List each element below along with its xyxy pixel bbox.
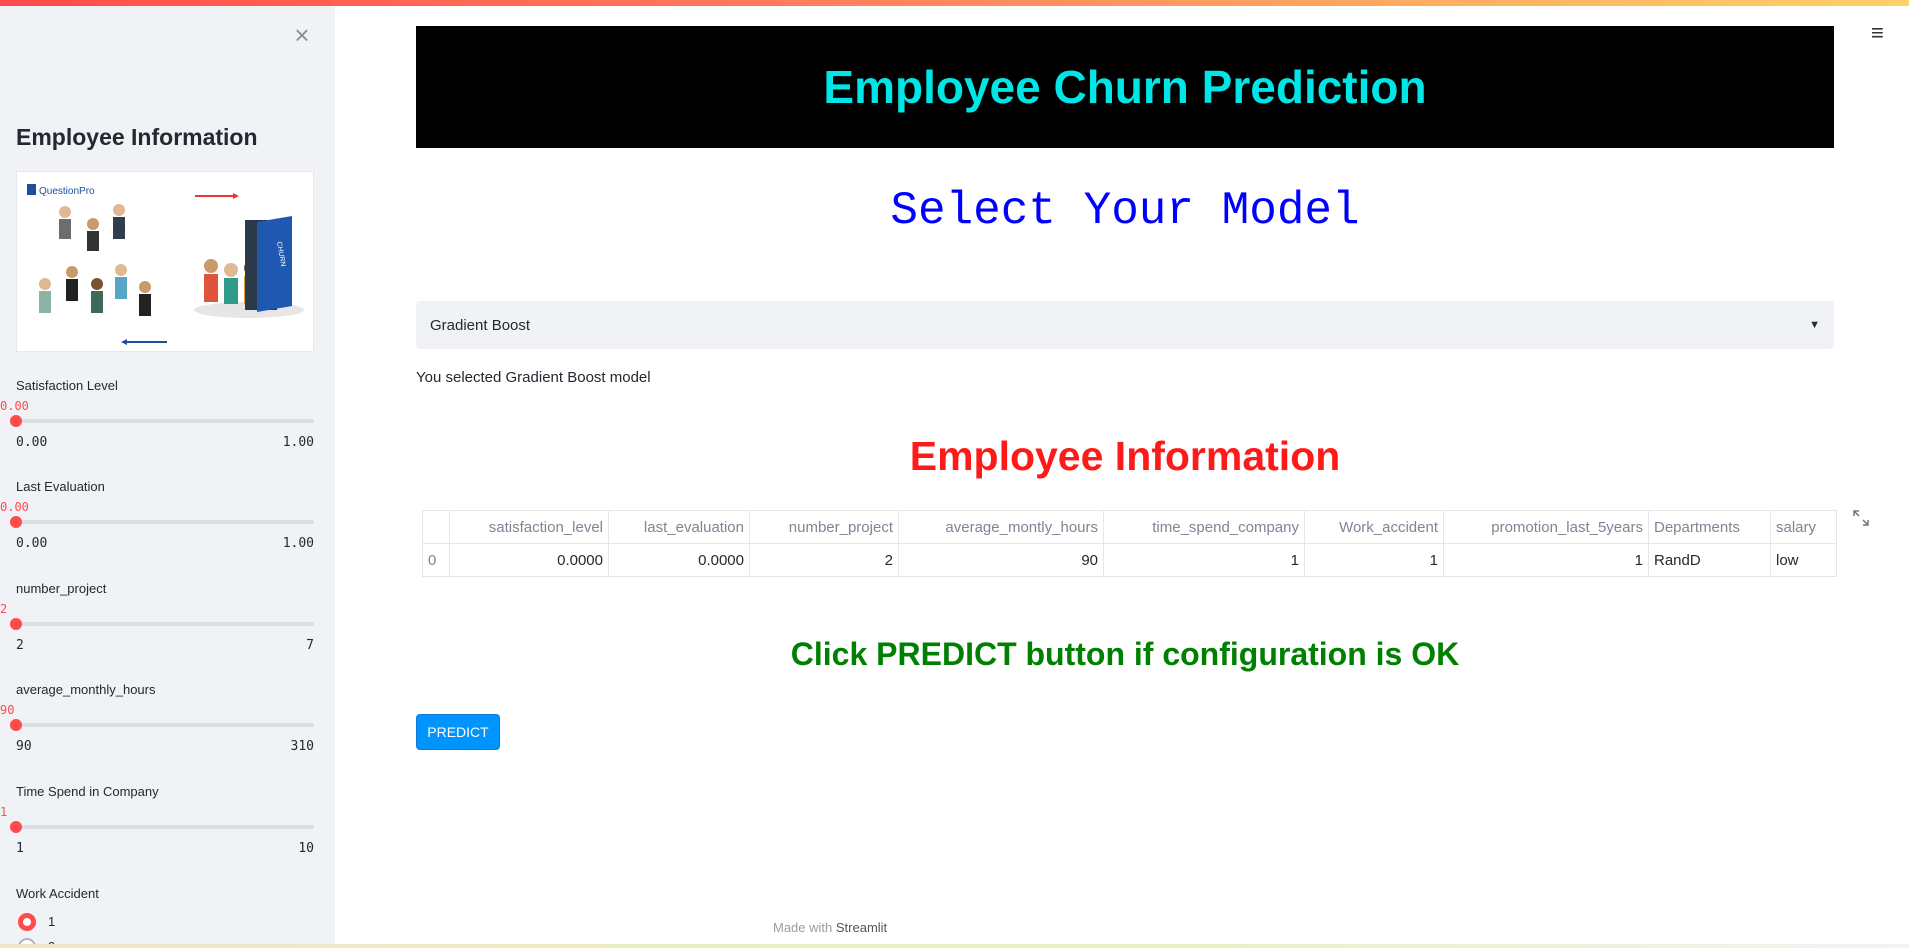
footer-brand-link[interactable]: Streamlit — [836, 920, 887, 935]
slider-track[interactable] — [16, 622, 314, 626]
slider-min: 1 — [16, 841, 24, 856]
table-cell: 90 — [898, 543, 1104, 577]
sidebar-title: Employee Information — [16, 124, 258, 150]
slider-max: 10 — [298, 841, 314, 856]
slider-track[interactable] — [16, 825, 314, 829]
table-cell: 0.0000 — [608, 543, 750, 577]
slider-label: Satisfaction Level — [16, 378, 118, 393]
slider-thumb[interactable] — [10, 719, 22, 731]
slider-label: Last Evaluation — [16, 479, 105, 494]
slider-max: 1.00 — [282, 536, 314, 551]
slider-0: Satisfaction Level 0.00 0.00 1.00 — [0, 378, 314, 460]
table-cell: low — [1770, 543, 1837, 577]
table-header-cell[interactable]: average_montly_hours — [898, 510, 1104, 544]
header-banner: Employee Churn Prediction — [416, 26, 1834, 148]
table-cell: RandD — [1648, 543, 1771, 577]
slider-1: Last Evaluation 0.00 0.00 1.00 — [0, 479, 314, 561]
slider-track[interactable] — [16, 723, 314, 727]
footer: Made with Streamlit — [773, 920, 887, 935]
bottom-decoration-stripe — [0, 944, 1909, 948]
table-cell: 1 — [1443, 543, 1649, 577]
slider-label: Time Spend in Company — [16, 784, 159, 799]
table-header-cell[interactable]: time_spend_company — [1103, 510, 1305, 544]
table-cell: 2 — [749, 543, 899, 577]
hamburger-icon[interactable]: ≡ — [1871, 20, 1884, 46]
selected-model-note: You selected Gradient Boost model — [416, 369, 651, 386]
predict-button[interactable]: PREDICT — [416, 714, 500, 750]
image-logo-text: QuestionPro — [39, 186, 95, 197]
expand-icon[interactable] — [1853, 510, 1871, 528]
slider-label: number_project — [16, 581, 107, 596]
model-select[interactable]: Gradient Boost ▼ — [416, 301, 1834, 349]
table-header-cell[interactable]: Departments — [1648, 510, 1771, 544]
slider-thumb[interactable] — [10, 516, 22, 528]
slider-track[interactable] — [16, 419, 314, 423]
slider-min: 0.00 — [16, 536, 48, 551]
slider-max: 310 — [290, 739, 314, 754]
radio-selected-indicator[interactable] — [18, 913, 36, 931]
table-cell: 0 — [422, 543, 450, 577]
table-header-cell[interactable]: satisfaction_level — [449, 510, 609, 544]
employee-info-heading: Employee Information — [909, 433, 1341, 479]
work-accident-label: Work Accident — [16, 886, 99, 901]
employee-table: satisfaction_level last_evaluation numbe… — [422, 510, 1837, 577]
slider-max: 1.00 — [282, 435, 314, 450]
table-cell: 1 — [1103, 543, 1305, 577]
page-title: Employee Churn Prediction — [823, 61, 1427, 113]
table-cell: 1 — [1304, 543, 1444, 577]
table-cell: 0.0000 — [449, 543, 609, 577]
table-header-cell[interactable]: promotion_last_5years — [1443, 510, 1649, 544]
table-header-cell[interactable]: last_evaluation — [608, 510, 750, 544]
slider-thumb[interactable] — [10, 821, 22, 833]
close-icon[interactable]: × — [289, 22, 315, 48]
slider-thumb[interactable] — [10, 618, 22, 630]
chevron-down-icon[interactable]: ▼ — [1809, 319, 1820, 331]
slider-max: 7 — [306, 638, 314, 653]
slider-value: 90 — [0, 703, 15, 717]
radio-option-label: 1 — [48, 914, 56, 929]
slider-thumb[interactable] — [10, 415, 22, 427]
slider-min: 0.00 — [16, 435, 48, 450]
model-select-value: Gradient Boost — [430, 316, 531, 334]
model-heading: Select Your Model — [890, 185, 1360, 237]
table-header-cell[interactable]: number_project — [749, 510, 899, 544]
slider-4: Time Spend in Company 1 1 10 — [0, 784, 314, 866]
slider-3: average_monthly_hours 90 90 310 — [0, 682, 314, 764]
table-row: 0 0.0000 0.0000 2 90 1 1 1 RandD low — [422, 543, 1837, 577]
slider-value: 0.00 — [0, 399, 29, 413]
predict-heading: Click PREDICT button if configuration is… — [790, 636, 1460, 672]
slider-label: average_monthly_hours — [16, 682, 156, 697]
slider-min: 90 — [16, 739, 32, 754]
churn-illustration-image: QuestionPro CHURN — [16, 171, 314, 352]
slider-track[interactable] — [16, 520, 314, 524]
table-header-cell — [422, 510, 450, 544]
table-header-cell[interactable]: Work_accident — [1304, 510, 1444, 544]
slider-value: 0.00 — [0, 500, 29, 514]
slider-value: 2 — [0, 602, 8, 616]
footer-prefix: Made with — [773, 920, 836, 935]
slider-value: 1 — [0, 805, 8, 819]
slider-min: 2 — [16, 638, 24, 653]
table-header-row: satisfaction_level last_evaluation numbe… — [422, 510, 1837, 544]
table-header-cell[interactable]: salary — [1770, 510, 1837, 544]
slider-2: number_project 2 2 7 — [0, 581, 314, 663]
sidebar: × Employee Information QuestionPro CHURN… — [0, 6, 335, 944]
